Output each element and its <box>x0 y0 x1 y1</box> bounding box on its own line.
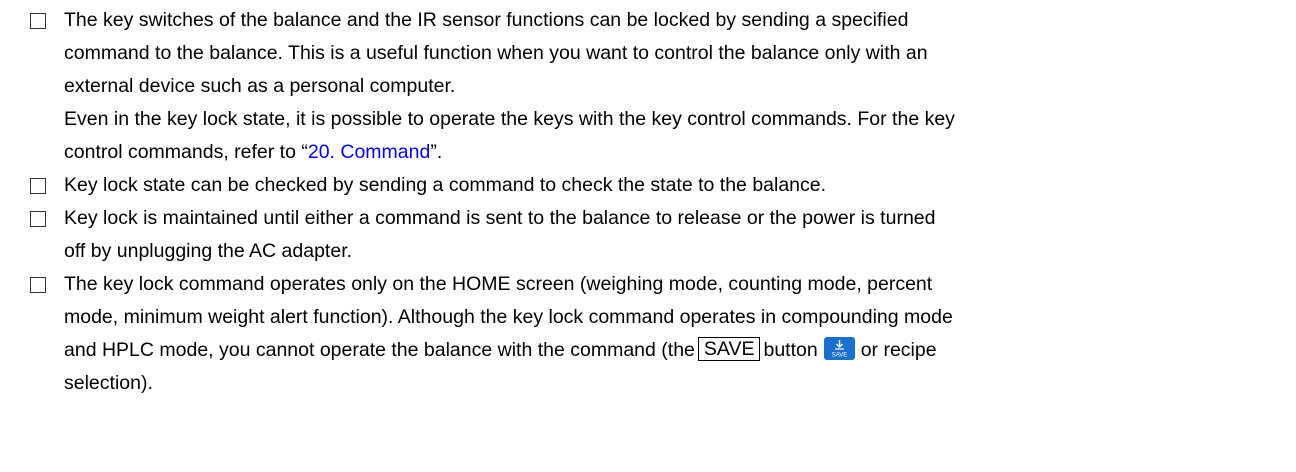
text-line: Even in the key lock state, it is possib… <box>64 108 955 130</box>
bullet-box <box>30 178 46 194</box>
bullet-box <box>30 13 46 29</box>
text-line: and HPLC mode, you cannot operate the ba… <box>64 334 1292 367</box>
item-text: Key lock is maintained until either a co… <box>64 202 1292 268</box>
text-line: mode, minimum weight alert function). Al… <box>64 306 953 328</box>
text-line: external device such as a personal compu… <box>64 75 456 97</box>
save-icon-graphic: SAVE <box>831 340 847 359</box>
text-line: The key switches of the balance and the … <box>64 9 909 31</box>
command-section-link[interactable]: 20. Command <box>308 141 430 163</box>
bullet-box <box>30 277 46 293</box>
text-fragment: ”. <box>430 141 443 163</box>
save-icon-text: SAVE <box>831 353 847 359</box>
text-line: off by unplugging the AC adapter. <box>64 240 353 262</box>
text-fragment: button <box>763 339 818 361</box>
text-fragment: or recipe <box>860 339 937 361</box>
item-text: The key switches of the balance and the … <box>64 4 1292 169</box>
text-line: Key lock is maintained until either a co… <box>64 207 936 229</box>
text-line: control commands, refer to “20. Command”… <box>64 136 1292 169</box>
bullet-box <box>30 211 46 227</box>
text-fragment: control commands, refer to “ <box>64 141 308 163</box>
item-text: The key lock command operates only on th… <box>64 268 1292 400</box>
text-line: command to the balance. This is a useful… <box>64 42 928 64</box>
save-key-label: SAVE <box>697 337 761 361</box>
item-text: Key lock state can be checked by sending… <box>64 169 1292 202</box>
text-line: The key lock command operates only on th… <box>64 273 933 295</box>
text-fragment: and HPLC mode, you cannot operate the ba… <box>64 339 695 361</box>
text-line: Key lock state can be checked by sending… <box>64 174 827 196</box>
text-line: selection). <box>64 372 153 394</box>
save-icon: SAVE <box>823 337 855 360</box>
